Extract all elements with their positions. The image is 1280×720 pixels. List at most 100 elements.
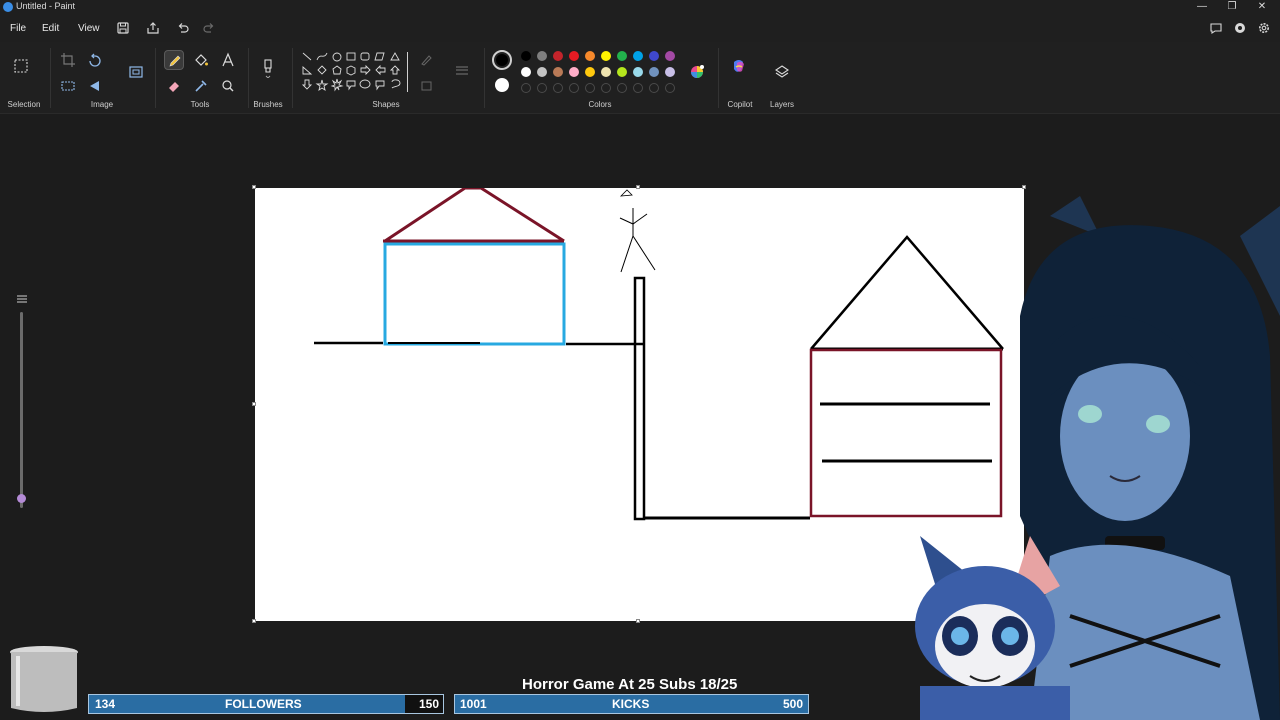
magnifier-button[interactable] bbox=[218, 76, 238, 96]
ribbon-toolbar: Selection Image Tools Brushes Shapes Col… bbox=[0, 42, 1280, 114]
canvas-resize-handle[interactable] bbox=[636, 619, 640, 623]
canvas-resize-handle[interactable] bbox=[1022, 185, 1026, 189]
palette-color-swatch[interactable] bbox=[521, 51, 531, 61]
crop-button[interactable] bbox=[58, 50, 78, 70]
edit-colors-button[interactable] bbox=[687, 62, 707, 82]
canvas-resize-handle[interactable] bbox=[636, 185, 640, 189]
canvas-resize-handle[interactable] bbox=[252, 402, 256, 406]
secondary-color[interactable] bbox=[495, 78, 509, 92]
image-select-icon bbox=[61, 81, 75, 91]
palette-color-swatch[interactable] bbox=[665, 67, 675, 77]
group-label-brushes: Brushes bbox=[253, 100, 283, 109]
color-picker-button[interactable] bbox=[191, 76, 211, 96]
menu-edit[interactable]: Edit bbox=[42, 23, 59, 34]
fill-icon bbox=[421, 81, 432, 91]
shapes-gallery[interactable] bbox=[300, 50, 406, 100]
select-rectangle-icon bbox=[14, 59, 28, 73]
ribbon-divider bbox=[484, 48, 485, 108]
paint-app: Untitled - Paint — ❐ ✕ File Edit View Se… bbox=[0, 0, 1280, 720]
palette-color-swatch[interactable] bbox=[553, 51, 563, 61]
canvas-resize-handle[interactable] bbox=[252, 185, 256, 189]
text-a-icon bbox=[222, 52, 234, 67]
menu-bar: File Edit View bbox=[0, 15, 1280, 42]
palette-color-swatch[interactable] bbox=[633, 67, 643, 77]
group-label-copilot: Copilot bbox=[727, 100, 753, 109]
resize-button[interactable] bbox=[126, 62, 146, 82]
minimize-button[interactable]: — bbox=[1187, 0, 1217, 15]
zoom-slider[interactable] bbox=[15, 294, 29, 519]
primary-color[interactable] bbox=[492, 50, 512, 70]
ribbon-divider bbox=[718, 48, 719, 108]
feedback-icon[interactable] bbox=[1209, 21, 1223, 35]
palette-color-swatch[interactable] bbox=[633, 51, 643, 61]
fit-to-window-icon bbox=[17, 295, 27, 303]
kicks-goal-bar: 1001 KICKS 500 bbox=[454, 694, 809, 714]
copilot-button[interactable] bbox=[729, 56, 749, 76]
custom-color-slot[interactable] bbox=[617, 83, 627, 93]
custom-color-slot[interactable] bbox=[601, 83, 611, 93]
palette-color-swatch[interactable] bbox=[649, 51, 659, 61]
menu-view[interactable]: View bbox=[78, 23, 100, 34]
eraser-icon bbox=[169, 82, 179, 92]
kicks-target: 500 bbox=[782, 697, 803, 711]
rectangle-select-button[interactable] bbox=[11, 56, 31, 76]
palette-color-swatch[interactable] bbox=[553, 67, 563, 77]
palette-color-swatch[interactable] bbox=[617, 51, 627, 61]
group-label-layers: Layers bbox=[769, 100, 795, 109]
fill-tool-button[interactable] bbox=[191, 50, 211, 70]
palette-color-swatch[interactable] bbox=[569, 67, 579, 77]
layers-button[interactable] bbox=[772, 62, 792, 82]
palette-color-swatch[interactable] bbox=[537, 67, 547, 77]
rotate-button[interactable] bbox=[85, 50, 105, 70]
palette-color-swatch[interactable] bbox=[569, 51, 579, 61]
account-icon[interactable] bbox=[1233, 21, 1247, 35]
text-tool-button[interactable] bbox=[218, 50, 238, 70]
custom-color-slot[interactable] bbox=[665, 83, 675, 93]
followers-goal-bar: 134 FOLLOWERS 150 bbox=[88, 694, 444, 714]
settings-gear-icon[interactable] bbox=[1257, 21, 1271, 35]
custom-color-slot[interactable] bbox=[585, 83, 595, 93]
vtuber-avatar bbox=[915, 196, 1280, 720]
custom-color-slot[interactable] bbox=[521, 83, 531, 93]
flip-button[interactable] bbox=[85, 76, 105, 96]
palette-color-swatch[interactable] bbox=[665, 51, 675, 61]
custom-color-slot[interactable] bbox=[553, 83, 563, 93]
brushes-button[interactable] bbox=[258, 56, 278, 78]
image-select-button[interactable] bbox=[58, 76, 78, 96]
close-button[interactable]: ✕ bbox=[1247, 0, 1277, 15]
palette-color-swatch[interactable] bbox=[649, 67, 659, 77]
ribbon-divider bbox=[50, 48, 51, 108]
palette-color-swatch[interactable] bbox=[537, 51, 547, 61]
custom-color-slot[interactable] bbox=[649, 83, 659, 93]
custom-color-slot[interactable] bbox=[569, 83, 579, 93]
group-label-selection: Selection bbox=[7, 100, 41, 109]
primary-color-swatch bbox=[496, 54, 508, 66]
ribbon-divider bbox=[292, 48, 293, 108]
pencil-icon bbox=[169, 55, 181, 67]
palette-color-swatch[interactable] bbox=[617, 67, 627, 77]
palette-color-swatch[interactable] bbox=[585, 67, 595, 77]
pencil-tool-button[interactable] bbox=[164, 50, 184, 70]
menu-file[interactable]: File bbox=[10, 23, 26, 34]
palette-color-swatch[interactable] bbox=[601, 51, 611, 61]
canvas-resize-handle[interactable] bbox=[252, 619, 256, 623]
kicks-label: KICKS bbox=[612, 697, 650, 711]
brush-icon bbox=[264, 59, 272, 78]
custom-color-slot[interactable] bbox=[633, 83, 643, 93]
eraser-tool-button[interactable] bbox=[164, 76, 184, 96]
resize-icon bbox=[129, 66, 143, 78]
palette-color-swatch[interactable] bbox=[585, 51, 595, 61]
custom-color-slot[interactable] bbox=[537, 83, 547, 93]
palette-color-swatch[interactable] bbox=[521, 67, 531, 77]
undo-icon[interactable] bbox=[176, 21, 190, 35]
zoom-slider-track bbox=[20, 312, 23, 508]
share-icon[interactable] bbox=[146, 21, 160, 35]
redo-icon[interactable] bbox=[202, 21, 216, 35]
save-icon[interactable] bbox=[116, 21, 130, 35]
shape-fill-button[interactable] bbox=[417, 76, 437, 96]
palette-color-swatch[interactable] bbox=[601, 67, 611, 77]
maximize-button[interactable]: ❐ bbox=[1217, 0, 1247, 15]
shape-outline-button[interactable] bbox=[417, 50, 437, 70]
stroke-size-button[interactable] bbox=[452, 60, 472, 80]
zoom-slider-thumb[interactable] bbox=[17, 494, 26, 504]
